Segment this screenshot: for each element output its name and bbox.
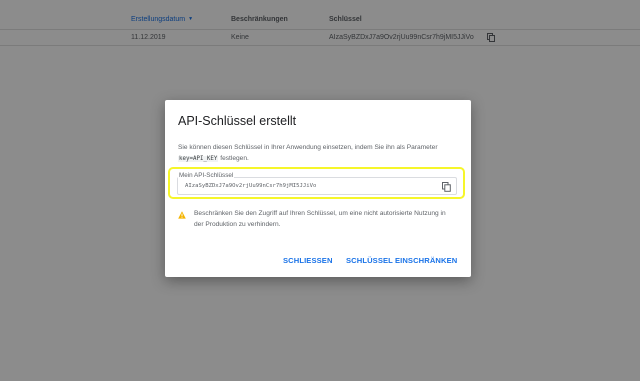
api-key-field-label: Mein API-Schlüssel (178, 172, 235, 179)
restrict-key-button[interactable]: SCHLÜSSEL EINSCHRÄNKEN (346, 256, 457, 265)
dialog-description: Sie können diesen Schlüssel in Ihrer Anw… (178, 144, 438, 162)
dialog-title: API-Schlüssel erstellt (178, 114, 297, 128)
warning-message: Beschränken Sie den Zugriff auf Ihren Sc… (194, 210, 446, 228)
api-key-created-dialog: API-Schlüssel erstellt Sie können diesen… (165, 100, 471, 277)
close-button[interactable]: SCHLIESSEN (283, 256, 333, 265)
api-key-field[interactable]: AIzaSyBZDxJ7a9Ov2rjUu99nCsr7h9jMI5JJiVo (177, 177, 457, 195)
copy-icon[interactable] (442, 182, 451, 192)
api-key-value[interactable]: AIzaSyBZDxJ7a9Ov2rjUu99nCsr7h9jMI5JJiVo (185, 183, 316, 189)
parameter-code: key=API_KEY (178, 156, 219, 162)
warning-icon (178, 211, 186, 219)
